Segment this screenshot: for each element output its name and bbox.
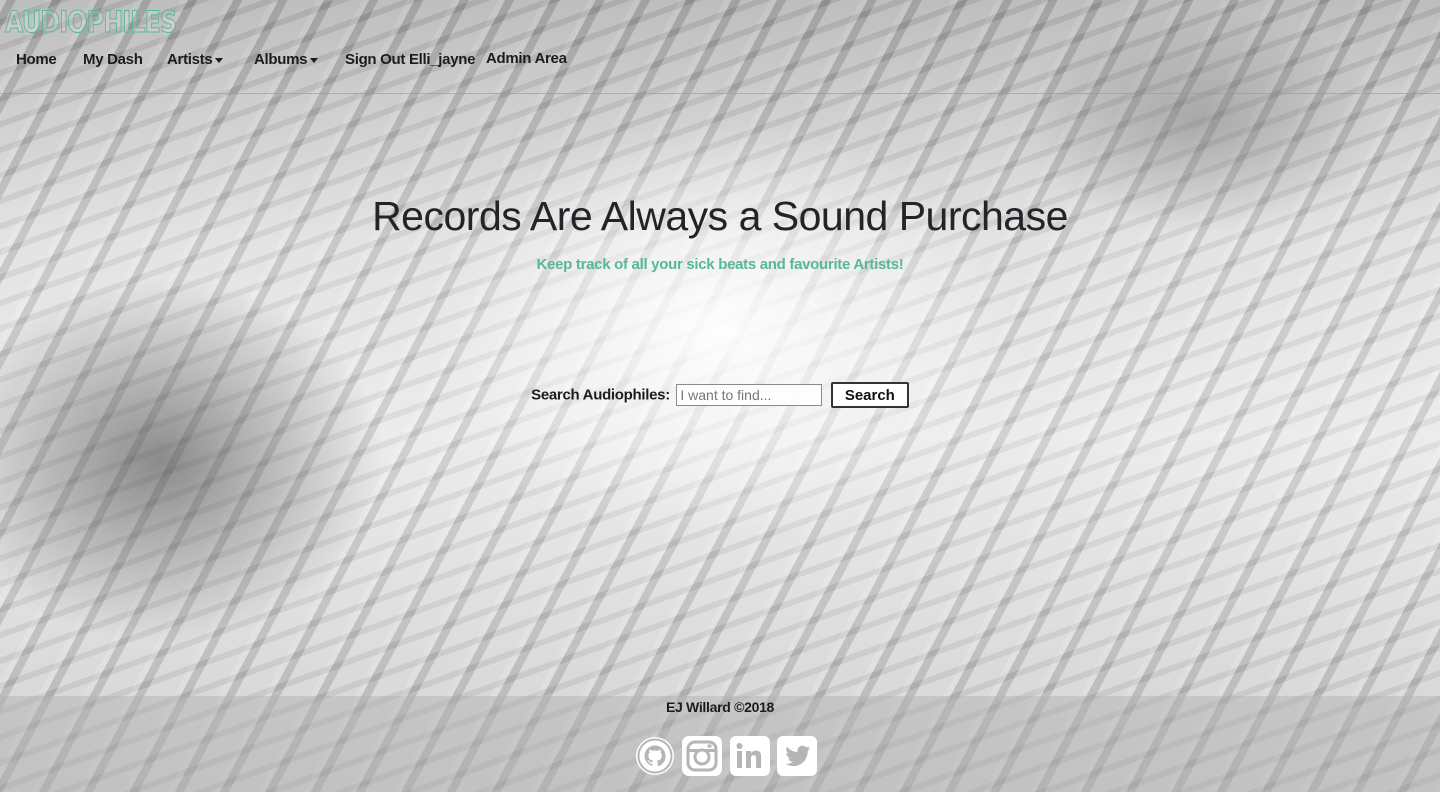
instagram-icon: [682, 736, 723, 776]
footer-copyright: EJ Willard ©2018: [665, 699, 775, 715]
linkedin-link[interactable]: [729, 736, 770, 776]
nav-artists-label: Artists: [167, 51, 213, 68]
footer: EJ Willard ©2018: [0, 696, 1440, 792]
nav-my-dash-link[interactable]: My Dash: [83, 51, 143, 68]
search-button[interactable]: Search: [830, 382, 909, 408]
hero-title: Records Are Always a Sound Purchase: [372, 193, 1068, 239]
linkedin-icon: [729, 736, 770, 776]
instagram-link[interactable]: [682, 736, 723, 776]
brand-logo[interactable]: AUDIOPHILES: [5, 4, 178, 40]
nav-artists-dropdown[interactable]: Artists: [167, 51, 224, 68]
nav-home-link[interactable]: Home: [16, 51, 57, 68]
search-input[interactable]: [676, 384, 823, 406]
nav-albums-label: Albums: [254, 51, 308, 68]
main-navbar: Home My Dash Artists Albums Sign Out Ell…: [0, 44, 1440, 94]
caret-down-icon: [215, 57, 224, 63]
social-links: [635, 736, 820, 777]
search-form: Search Audiophiles: Search: [0, 382, 1440, 408]
twitter-icon: [777, 736, 818, 776]
nav-sign-out-link[interactable]: Sign Out Elli_jayne: [345, 51, 475, 68]
nav-albums-dropdown[interactable]: Albums: [254, 51, 319, 68]
search-label: Search Audiophiles:: [531, 386, 670, 404]
twitter-link[interactable]: [777, 736, 818, 776]
github-link[interactable]: [635, 736, 675, 776]
hero-subtitle: Keep track of all your sick beats and fa…: [536, 256, 904, 273]
github-icon: [636, 737, 674, 775]
nav-admin-area-link[interactable]: Admin Area: [486, 50, 567, 67]
caret-down-icon: [310, 57, 319, 63]
